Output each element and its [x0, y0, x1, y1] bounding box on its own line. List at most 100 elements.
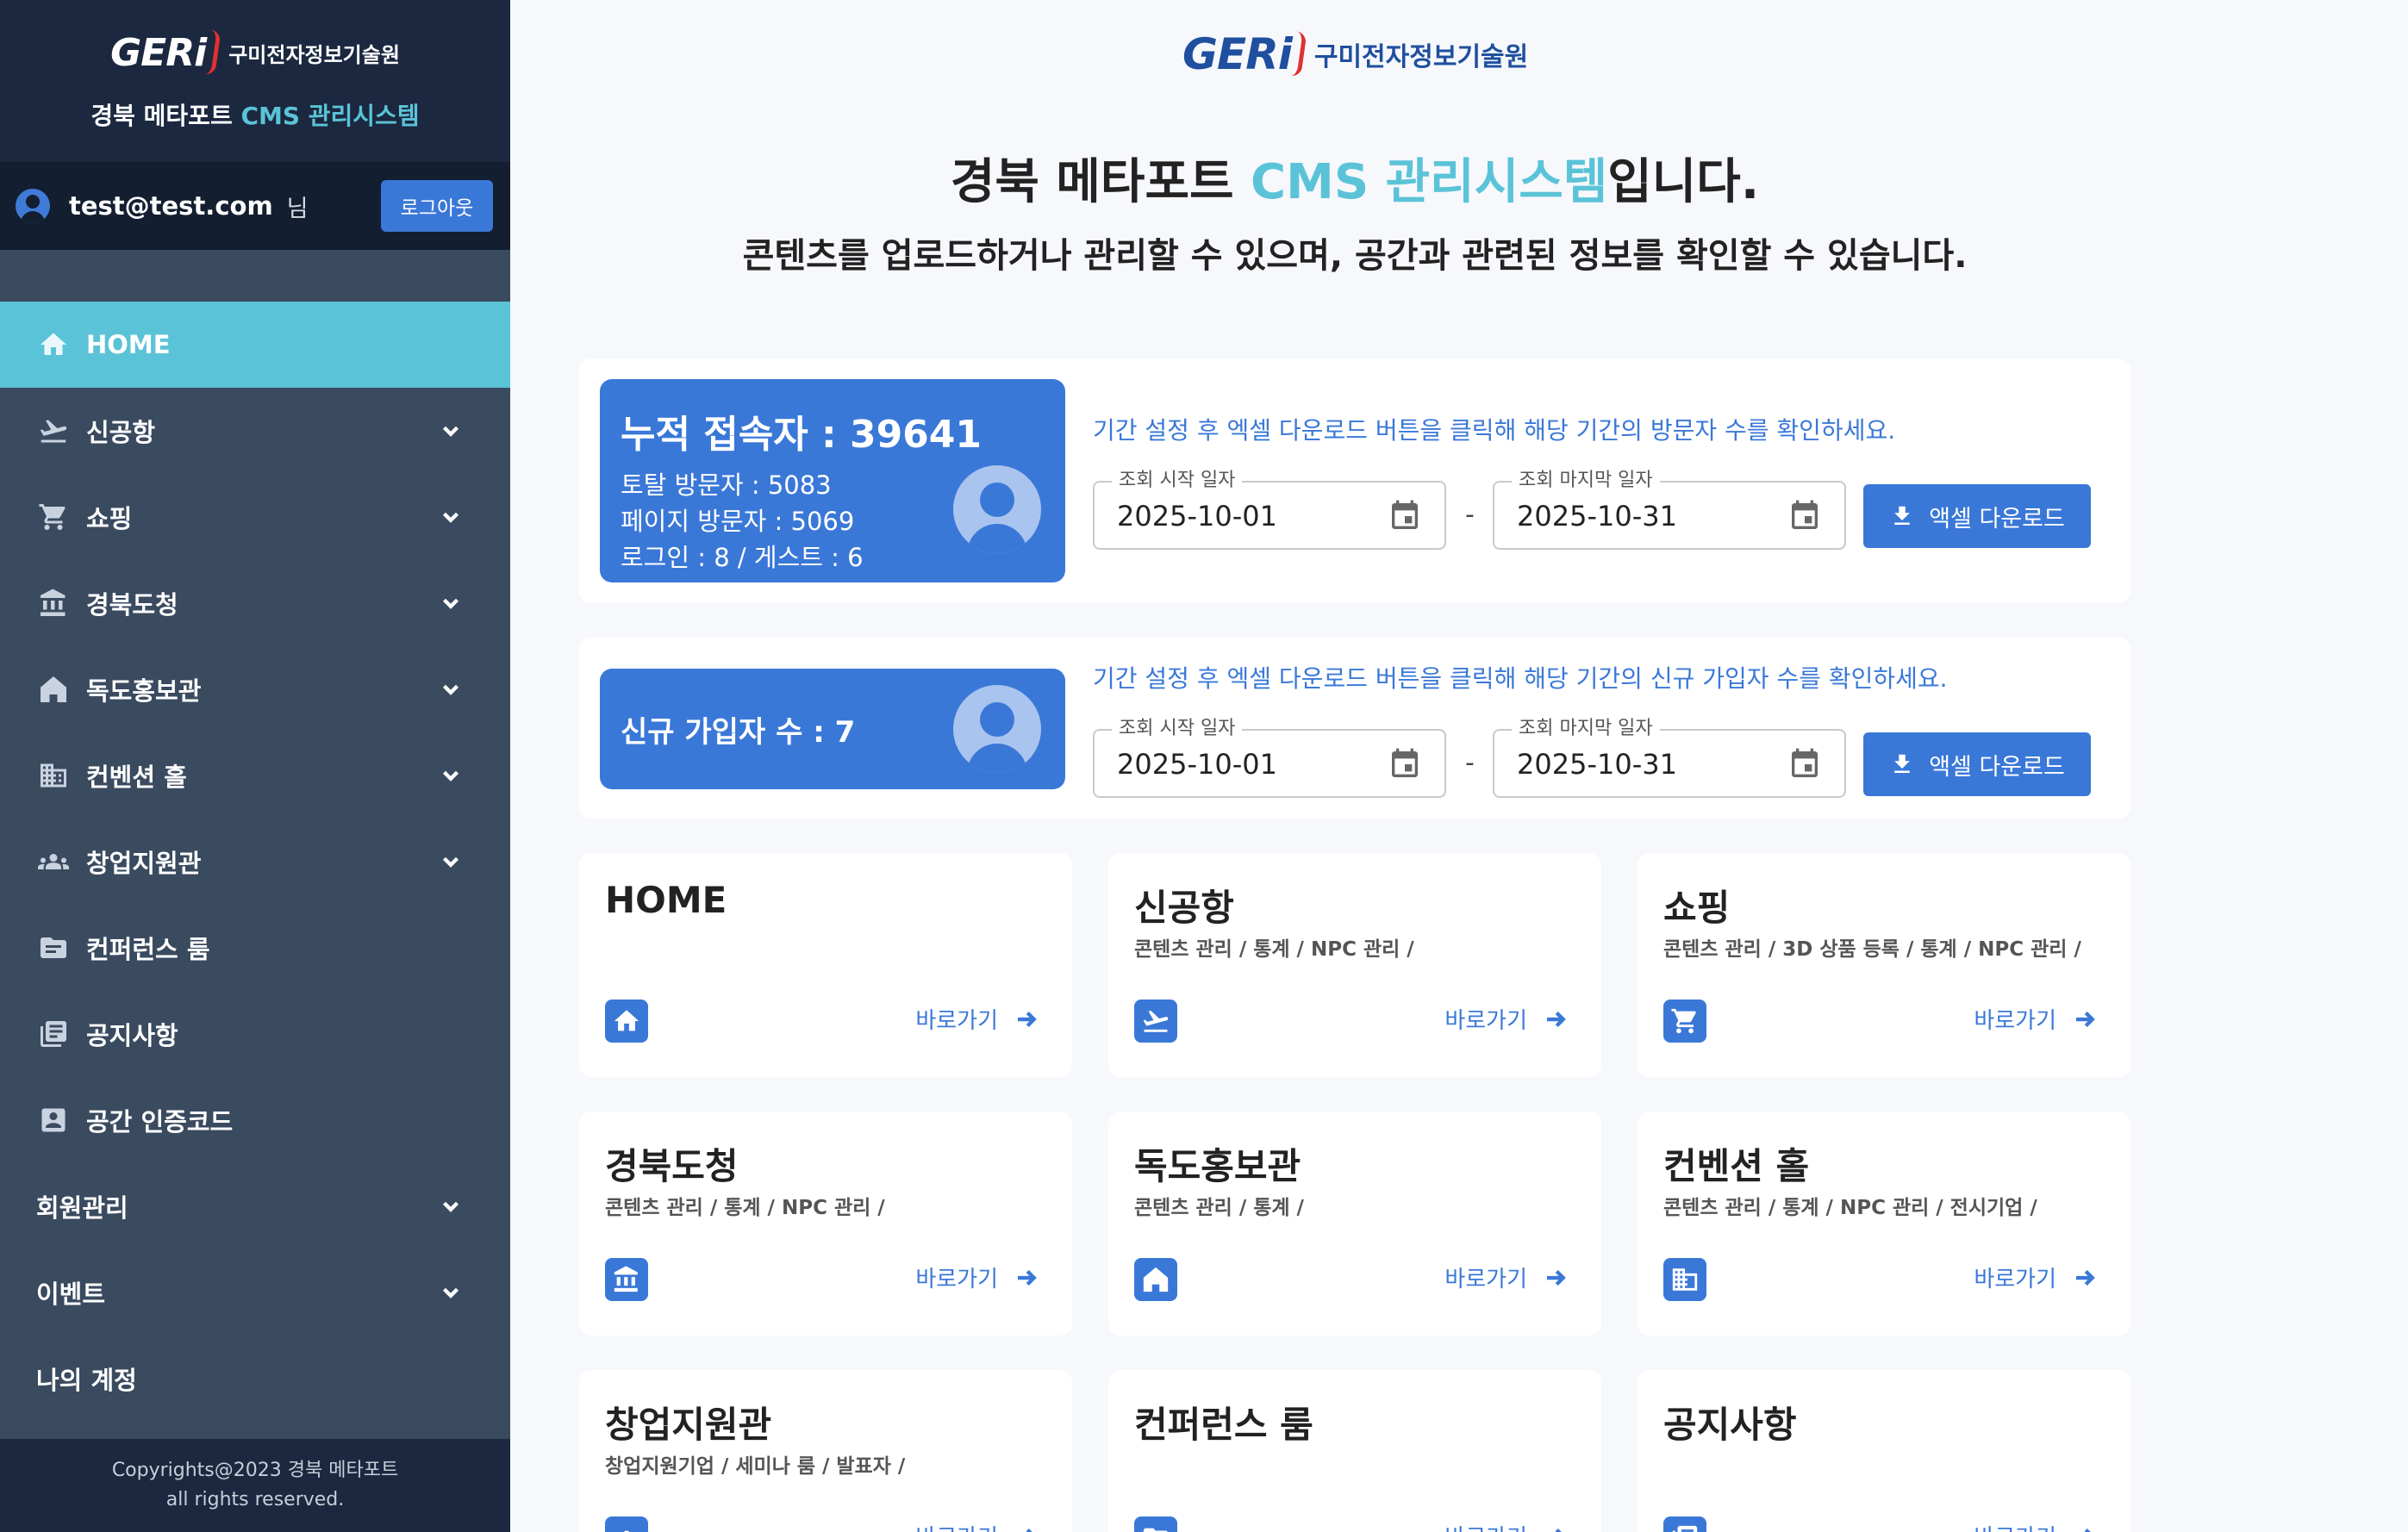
section-desc: 콘텐츠 관리 / 통계 / — [1134, 1197, 1304, 1219]
goto-label: 바로가기 — [1974, 1520, 2056, 1532]
sidebar-nav: HOME 신공항 쇼핑 경북도청 독도홍보관 컨벤션 홀 창업지원관 컨퍼런스 … — [0, 302, 510, 1422]
logo-org-name: 구미전자정보기술원 — [228, 42, 400, 67]
main-content: GERi 구미전자정보기술원 경북 메타포트 CMS 관리시스템입니다. 콘텐츠… — [510, 0, 2408, 1532]
download-icon — [1894, 754, 1910, 773]
section-title: 독도홍보관 — [1134, 1145, 1301, 1187]
date-field-value: 2025-10-01 — [1117, 500, 1277, 532]
chevron-down-icon[interactable] — [438, 676, 464, 702]
goto-label: 바로가기 — [1444, 1008, 1527, 1034]
sidebar-item-events[interactable]: 이벤트 — [0, 1249, 510, 1336]
goto-link[interactable]: 바로가기 — [1444, 1261, 1569, 1293]
sidebar-item-convention-hall[interactable]: 컨벤션 홀 — [0, 732, 510, 819]
goto-link[interactable]: 바로가기 — [1444, 1520, 1569, 1532]
goto-link[interactable]: 바로가기 — [1974, 1520, 2098, 1532]
cart-icon — [1663, 1000, 1706, 1043]
chevron-down-icon[interactable] — [438, 418, 464, 444]
geri-logo[interactable]: GERi 구미전자정보기술원 — [110, 29, 400, 76]
sidebar-item-label: 독도홍보관 — [86, 676, 202, 706]
chevron-down-icon[interactable] — [438, 763, 464, 788]
goto-label: 바로가기 — [1444, 1267, 1527, 1292]
main-geri-logo: GERi 구미전자정보기술원 — [1182, 29, 1528, 79]
section-desc: 창업지원기업 / 세미나 룸 / 발표자 / — [605, 1455, 906, 1478]
sidebar-item-home[interactable]: HOME — [0, 302, 510, 388]
date-field-value: 2025-10-31 — [1517, 748, 1677, 781]
arrow-right-icon — [1018, 1011, 1037, 1027]
visitor-end-date-field[interactable]: 조회 마지막 일자 2025-10-31 — [1493, 470, 1846, 550]
logo-swoosh-icon — [1290, 31, 1307, 78]
copyright-text: Copyrights@2023 경북 메타포트 — [111, 1460, 399, 1481]
goto-link[interactable]: 바로가기 — [1974, 1261, 2098, 1293]
download-icon — [1894, 506, 1910, 525]
new-signups: 신규 가입자 수 : 7 — [621, 714, 856, 750]
headline-prefix: 경북 메타포트 — [950, 154, 1251, 210]
goto-label: 바로가기 — [1974, 1267, 2056, 1292]
chevron-down-icon[interactable] — [438, 504, 464, 530]
sidebar-item-space-auth-code[interactable]: 공간 인증코드 — [0, 1077, 510, 1163]
account-circle-icon — [16, 189, 50, 223]
total-visitors: 누적 접속자 : 39641 — [621, 413, 983, 457]
chevron-down-icon[interactable] — [438, 849, 464, 875]
section-card-startup-center: 창업지원관 창업지원기업 / 세미나 룸 / 발표자 / 바로가기 — [579, 1370, 1072, 1532]
home-icon — [605, 1000, 648, 1043]
sidebar-item-label: 공지사항 — [86, 1021, 178, 1050]
sidebar-item-member-management[interactable]: 회원관리 — [0, 1163, 510, 1249]
sidebar-item-startup-center[interactable]: 창업지원관 — [0, 819, 510, 905]
section-card-shopping: 쇼핑 콘텐츠 관리 / 3D 상품 등록 / 통계 / NPC 관리 / 바로가… — [1638, 853, 2130, 1077]
chevron-down-icon[interactable] — [438, 1280, 464, 1305]
date-field-label: 조회 시작 일자 — [1112, 470, 1243, 491]
sidebar-item-notices[interactable]: 공지사항 — [0, 991, 510, 1077]
signup-end-date-field[interactable]: 조회 마지막 일자 2025-10-31 — [1493, 719, 1846, 798]
sidebar: GERi 구미전자정보기술원 경북 메타포트 CMS 관리시스템 test@te… — [0, 0, 510, 1532]
section-title: HOME — [605, 879, 727, 921]
notice-board-icon — [36, 1017, 71, 1051]
sidebar-item-label: 컨퍼런스 룸 — [86, 935, 210, 964]
visitor-summary-box: 누적 접속자 : 39641 토탈 방문자 : 5083 페이지 방문자 : 5… — [600, 379, 1065, 582]
calendar-icon[interactable] — [1388, 746, 1422, 782]
logo-wordmark: GERi — [1182, 29, 1293, 79]
section-desc: 콘텐츠 관리 / 통계 / NPC 관리 / 전시기업 / — [1663, 1197, 2037, 1219]
account-circle-icon — [953, 685, 1041, 773]
goto-link[interactable]: 바로가기 — [915, 1520, 1039, 1532]
folder-icon — [36, 931, 71, 965]
sidebar-item-provincial-office[interactable]: 경북도청 — [0, 560, 510, 646]
headline-accent: CMS 관리시스템 — [1251, 154, 1608, 210]
visitor-excel-download-button[interactable]: 액셀 다운로드 — [1863, 484, 2091, 548]
sidebar-item-my-account[interactable]: 나의 계정 — [0, 1336, 510, 1422]
group-icon — [36, 844, 71, 879]
headline-suffix: 입니다. — [1607, 154, 1760, 210]
airplane-icon — [36, 414, 71, 448]
office-building-icon — [1663, 1258, 1706, 1301]
sidebar-item-shopping[interactable]: 쇼핑 — [0, 474, 510, 560]
signup-hint-text: 기간 설정 후 엑셀 다운로드 버튼을 클릭해 해당 기간의 신규 가입자 수를… — [1093, 664, 1948, 693]
signup-stats-card: 신규 가입자 수 : 7 기간 설정 후 엑셀 다운로드 버튼을 클릭해 해당 … — [579, 638, 2130, 819]
visitor-start-date-field[interactable]: 조회 시작 일자 2025-10-01 — [1093, 470, 1446, 550]
sidebar-item-conference-room[interactable]: 컨퍼런스 룸 — [0, 905, 510, 991]
chevron-down-icon[interactable] — [438, 1193, 464, 1219]
section-card-home: HOME 바로가기 — [579, 853, 1072, 1077]
section-title: 컨퍼런스 룸 — [1134, 1404, 1313, 1446]
user-honorific: 님 — [286, 195, 309, 222]
goto-link[interactable]: 바로가기 — [1444, 1003, 1569, 1035]
logout-button[interactable]: 로그아웃 — [381, 180, 493, 232]
signup-start-date-field[interactable]: 조회 시작 일자 2025-10-01 — [1093, 719, 1446, 798]
date-separator: - — [1465, 500, 1475, 530]
notice-board-icon — [1663, 1516, 1706, 1532]
goto-link[interactable]: 바로가기 — [915, 1261, 1039, 1293]
chevron-down-icon[interactable] — [438, 590, 464, 616]
calendar-icon[interactable] — [1388, 498, 1422, 534]
sidebar-item-new-airport[interactable]: 신공항 — [0, 388, 510, 474]
arrow-right-icon — [1555, 1528, 1563, 1532]
signup-excel-download-button[interactable]: 액셀 다운로드 — [1863, 732, 2091, 796]
account-circle-icon — [953, 465, 1041, 553]
section-title: 공지사항 — [1663, 1404, 1797, 1446]
calendar-icon[interactable] — [1787, 498, 1822, 534]
goto-link[interactable]: 바로가기 — [915, 1003, 1039, 1035]
date-field-value: 2025-10-01 — [1117, 748, 1277, 781]
sidebar-item-dokdo-hall[interactable]: 독도홍보관 — [0, 646, 510, 732]
sidebar-item-label: 공간 인증코드 — [86, 1107, 234, 1137]
calendar-icon[interactable] — [1787, 746, 1822, 782]
download-label: 액셀 다운로드 — [1929, 505, 2065, 532]
office-building-icon — [36, 758, 71, 793]
goto-link[interactable]: 바로가기 — [1974, 1003, 2098, 1035]
rights-text: all rights reserved. — [165, 1489, 345, 1510]
